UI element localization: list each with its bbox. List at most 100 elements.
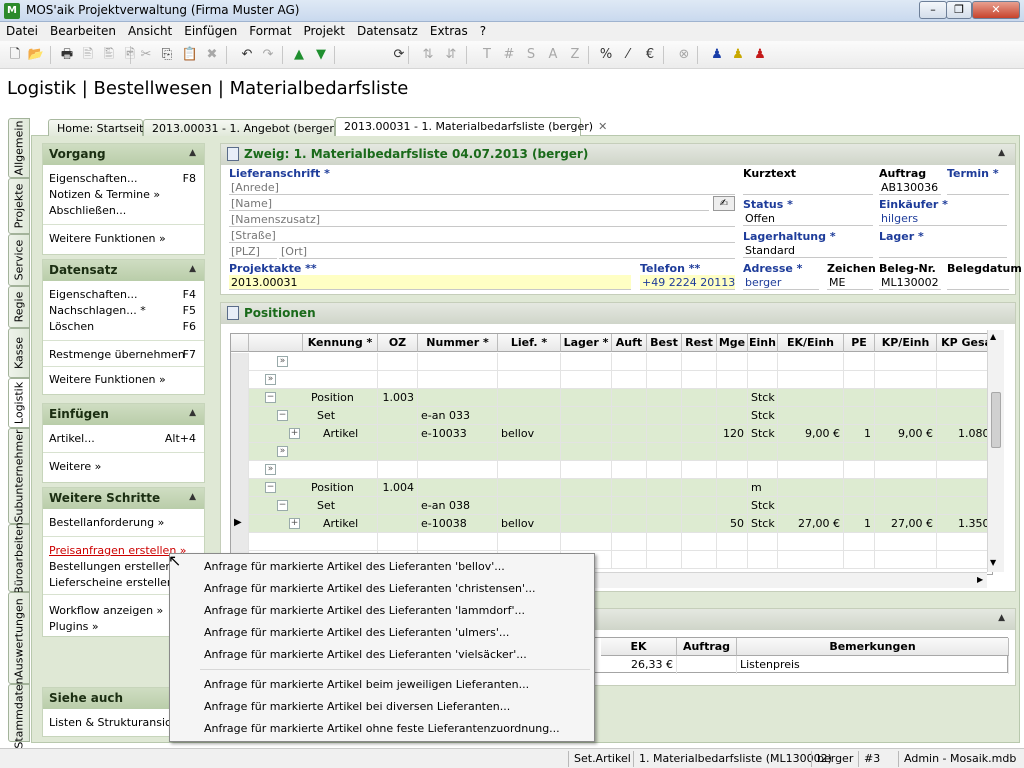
table-row[interactable]: + Artikel e-10033 bellov 120 Stck 9,00 €1 9,00 … [231, 425, 992, 443]
table-row[interactable]: » [231, 443, 992, 461]
collapse-icon[interactable]: ▲ [189, 492, 196, 502]
toolbar-button-23[interactable]: ⁄ [619, 46, 637, 64]
plz-field[interactable]: [PLZ] [229, 244, 277, 259]
column-header-8[interactable]: Mge [717, 334, 748, 352]
row-selector[interactable] [231, 497, 249, 515]
toolbar-button-13[interactable]: ▼ [312, 46, 330, 64]
module-tab-kasse[interactable]: Kasse [8, 328, 30, 378]
document-tab-1[interactable]: 2013.00031 - 1. Angebot (berger)✕ [143, 119, 352, 136]
collapse-icon[interactable]: ▲ [998, 148, 1005, 158]
menu-item-5[interactable]: Projekt [298, 22, 351, 41]
column-header-9[interactable]: Einh [748, 334, 778, 352]
toolbar-button-15[interactable]: ⇅ [419, 46, 437, 64]
module-tab-stammdaten[interactable]: Stammdaten [8, 677, 30, 749]
toolbar-button-20[interactable]: A [544, 46, 562, 64]
table-row[interactable]: ▶ + Artikel e-10038 bellov 50 Stck 27,00 €1 27,0… [231, 515, 992, 533]
toolbar-button-19[interactable]: S [522, 46, 540, 64]
toolbar-button-14[interactable]: ⟳ [390, 46, 408, 64]
minimize-button[interactable]: – [919, 1, 947, 19]
collapse-icon[interactable]: ▲ [189, 408, 196, 418]
column-header-4[interactable]: Lager * [561, 334, 612, 352]
collapse-icon[interactable]: ▲ [189, 148, 196, 158]
weitere-schritte-header[interactable]: Weitere Schritte ▲ [43, 488, 204, 509]
tree-toggle-icon[interactable]: − [265, 482, 276, 493]
anrede-field[interactable]: [Anrede] [229, 180, 735, 195]
zeichen-field[interactable]: ME [827, 275, 873, 290]
datensatz-eigenschaften-link[interactable]: Eigenschaften... [49, 288, 137, 301]
row-selector[interactable]: ▶ [231, 515, 249, 533]
scroll-right-icon[interactable]: ▶ [977, 575, 983, 584]
toolbar-button-1[interactable]: 📂 [27, 46, 45, 64]
column-header-1[interactable]: OZ [378, 334, 418, 352]
toolbar-button-0[interactable]: 🗋 [6, 46, 24, 64]
maximize-button[interactable]: ❐ [946, 1, 972, 19]
close-tab-icon[interactable]: ✕ [598, 120, 607, 133]
ort-field[interactable]: [Ort] [279, 244, 735, 259]
toolbar-button-9[interactable]: ✖ [203, 46, 221, 64]
toolbar-button-26[interactable]: ♟ [708, 46, 726, 64]
vorgang-header[interactable]: Vorgang ▲ [43, 144, 204, 165]
name-field[interactable]: [Name] [229, 196, 709, 211]
tree-toggle-icon[interactable]: − [277, 500, 288, 511]
module-tab-regie[interactable]: Regie [8, 286, 30, 328]
bestellanforderung-link[interactable]: Bestellanforderung » [49, 516, 164, 529]
vorgang-weitere-funktionen-link[interactable]: Weitere Funktionen » [49, 232, 166, 245]
belegnr-field[interactable]: ML130002 [879, 275, 941, 290]
toolbar-button-12[interactable]: ▲ [290, 46, 308, 64]
vorgang-eigenschaften-link[interactable]: Eigenschaften... [49, 172, 137, 185]
context-menu-item-0[interactable]: Anfrage für markierte Artikel des Liefer… [171, 556, 593, 578]
table-row[interactable]: » [231, 461, 992, 479]
belegdatum-field[interactable] [947, 275, 1009, 290]
scroll-down-icon[interactable]: ▼ [990, 558, 996, 567]
menu-item-7[interactable]: Extras [424, 22, 474, 41]
toolbar-button-7[interactable]: ⎘ [158, 46, 176, 64]
restmenge-uebernehmen-link[interactable]: Restmenge übernehmen [49, 348, 185, 361]
toolbar-button-28[interactable]: ♟ [751, 46, 769, 64]
toolbar-button-8[interactable]: 📋 [181, 46, 199, 64]
context-menu-item-1[interactable]: Anfrage für markierte Artikel des Liefer… [171, 578, 593, 600]
signature-icon[interactable]: ✍ [713, 196, 735, 211]
row-selector[interactable] [231, 461, 249, 479]
module-tab-auswertungen[interactable]: Auswertungen [8, 592, 30, 684]
table-row[interactable] [231, 533, 992, 551]
einfuegen-header[interactable]: Einfügen ▲ [43, 404, 204, 425]
module-tab-projekte[interactable]: Projekte [8, 178, 30, 234]
menu-item-0[interactable]: Datei [0, 22, 44, 41]
row-selector[interactable] [231, 533, 249, 551]
status-field[interactable]: Offen [743, 211, 873, 226]
column-header-12[interactable]: KP/Einh [875, 334, 937, 352]
menu-item-2[interactable]: Ansicht [122, 22, 178, 41]
menu-item-1[interactable]: Bearbeiten [44, 22, 122, 41]
menu-item-3[interactable]: Einfügen [178, 22, 243, 41]
row-selector[interactable] [231, 389, 249, 407]
plugins-link[interactable]: Plugins » [49, 620, 99, 633]
module-tab-subunternehmer[interactable]: Subunternehmer [8, 428, 30, 524]
table-row[interactable]: − Set e-an 038 Stck [231, 497, 992, 515]
row-selector[interactable] [231, 353, 249, 371]
column-header-2[interactable]: Nummer * [418, 334, 498, 352]
module-tab-logistik[interactable]: Logistik [8, 378, 30, 428]
kurztext-field[interactable] [743, 180, 873, 195]
positions-grid[interactable]: Kennung * OZ Nummer * Lief. * Lager * Auft Bes… [230, 333, 993, 575]
tree-toggle-icon[interactable]: − [265, 392, 276, 403]
column-header-3[interactable]: Lief. * [498, 334, 561, 352]
toolbar-button-24[interactable]: € [641, 46, 659, 64]
scroll-thumb[interactable] [991, 392, 1001, 448]
module-tab-service[interactable]: Service [8, 234, 30, 286]
nachschlagen-link[interactable]: Nachschlagen... * [49, 304, 146, 317]
row-selector[interactable] [231, 425, 249, 443]
details-col-ek[interactable]: EK [601, 638, 677, 656]
document-tab-2[interactable]: 2013.00031 - 1. Materialbedarfsliste (be… [335, 117, 607, 136]
context-menu-item-3[interactable]: Anfrage für markierte Artikel des Liefer… [171, 622, 593, 644]
namenszusatz-field[interactable]: [Namenszusatz] [229, 212, 735, 227]
document-tab-0[interactable]: Home: Startseite [48, 119, 150, 136]
menu-item-8[interactable]: ? [474, 22, 492, 41]
toolbar-button-4[interactable]: 🖺 [100, 46, 118, 64]
column-header-0[interactable]: Kennung * [303, 334, 378, 352]
tree-toggle-icon[interactable]: + [289, 428, 300, 439]
column-header-6[interactable]: Best [647, 334, 682, 352]
toolbar-button-18[interactable]: # [500, 46, 518, 64]
datensatz-header[interactable]: Datensatz ▲ [43, 260, 204, 281]
menu-item-6[interactable]: Datensatz [351, 22, 424, 41]
column-header-13[interactable]: KP Gesa [937, 334, 992, 352]
